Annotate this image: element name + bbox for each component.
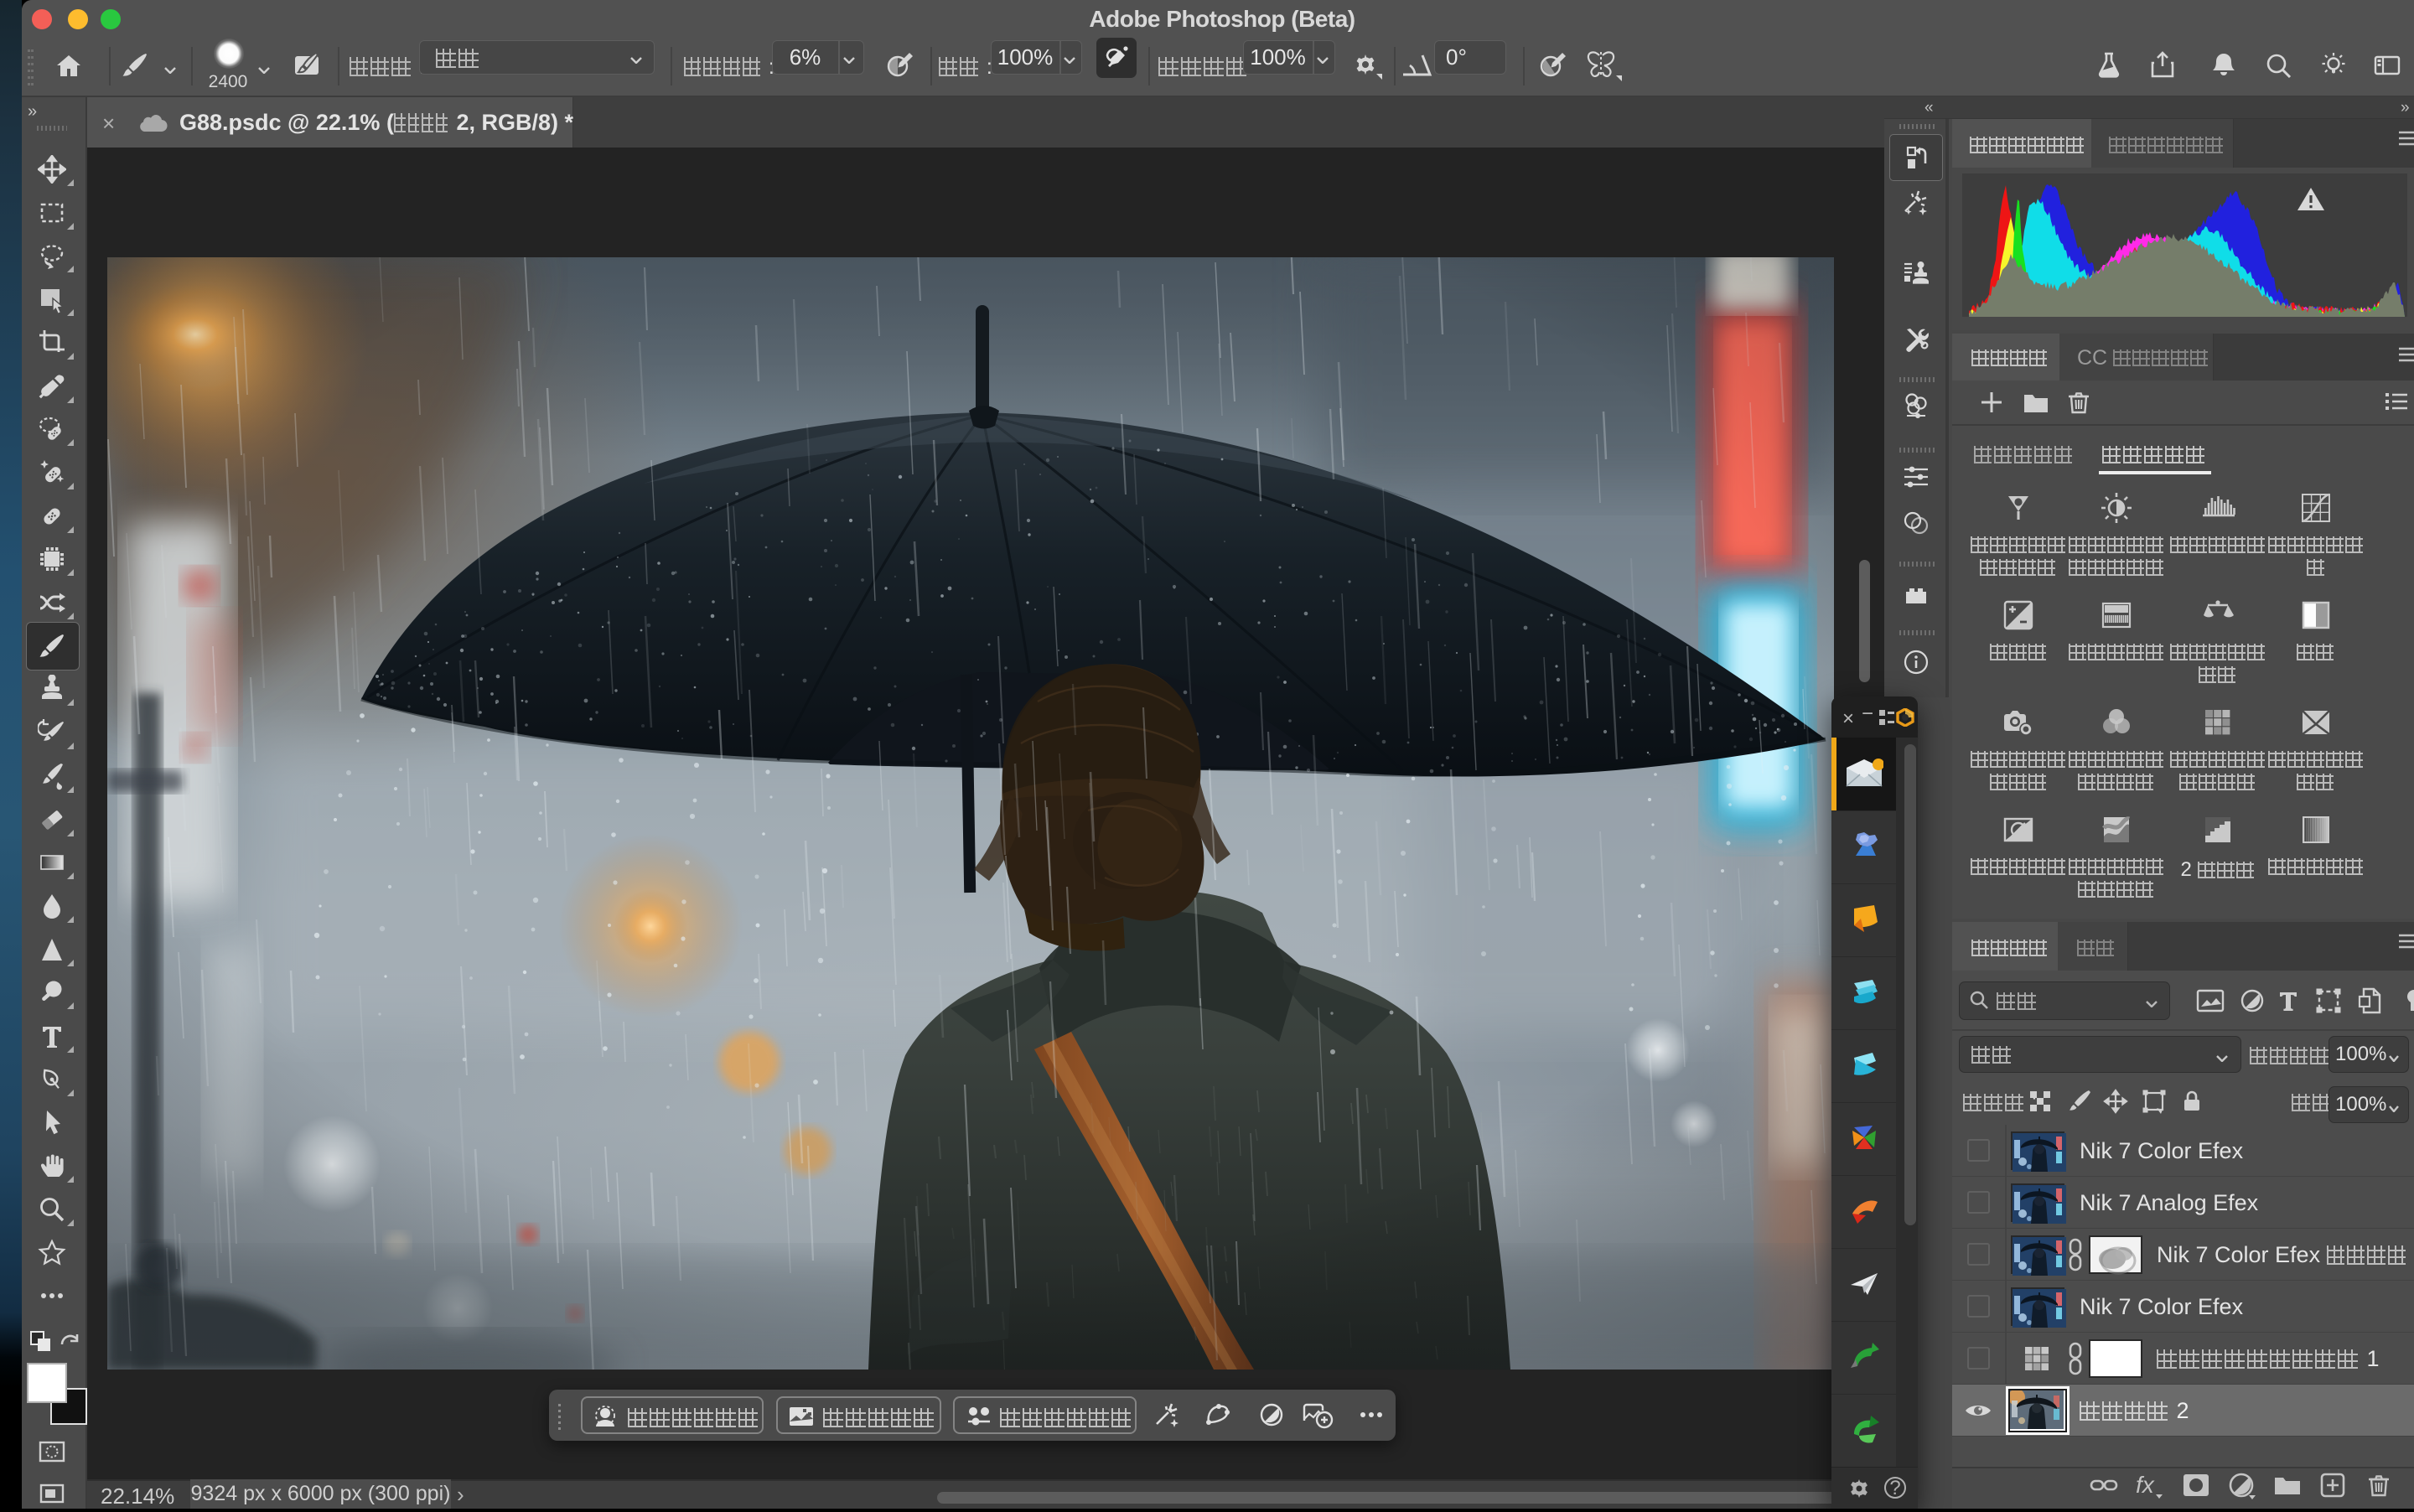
svg-text:fx: fx — [2136, 1472, 2155, 1498]
